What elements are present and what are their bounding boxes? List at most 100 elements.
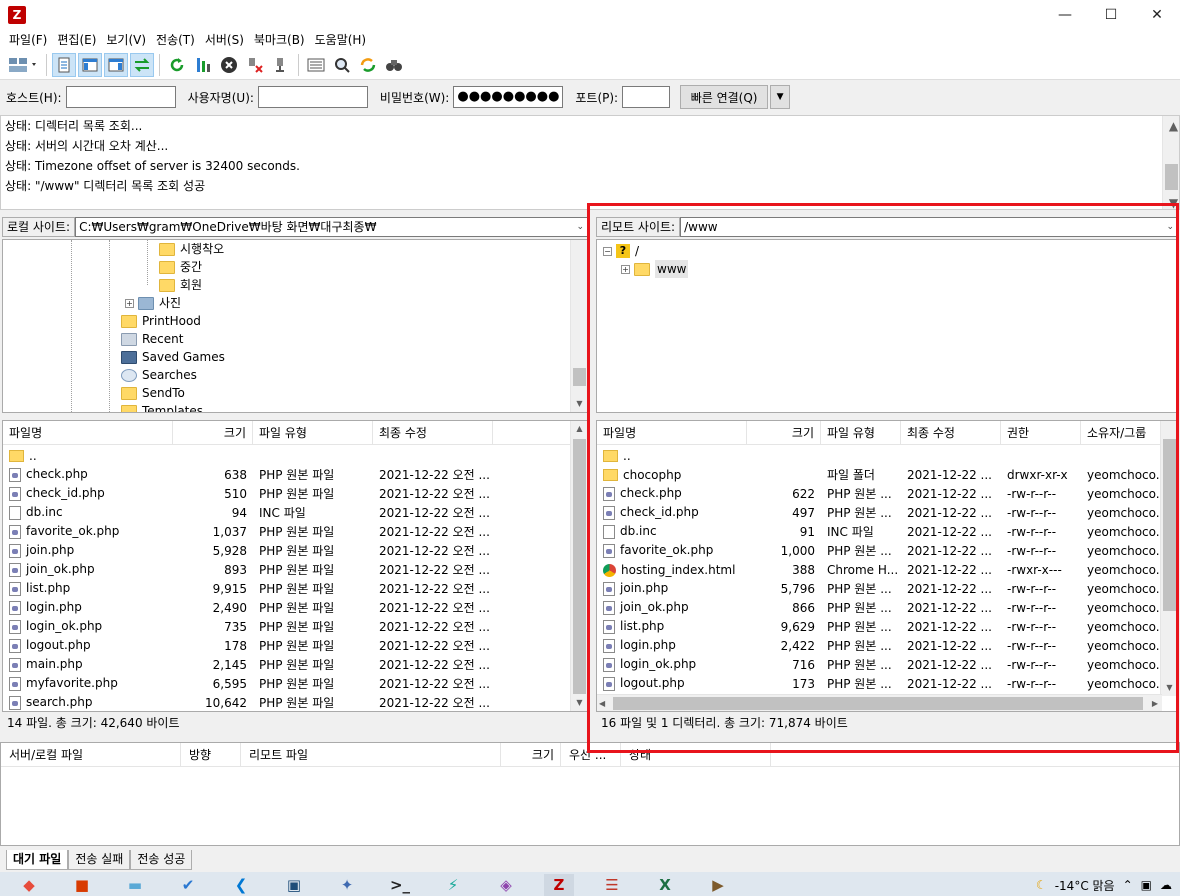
minimize-button[interactable]: — <box>1042 0 1088 30</box>
process-queue-icon[interactable] <box>191 53 215 77</box>
scroll-right-icon[interactable]: ▶ <box>1152 695 1158 711</box>
scroll-thumb[interactable] <box>1163 439 1176 611</box>
table-row[interactable]: myfavorite.php 6,595 PHP 원본 파일 2021-12-22 오… <box>3 674 587 693</box>
scroll-up-icon[interactable]: ▲ <box>571 421 587 437</box>
column-modified[interactable]: 최종 수정 <box>373 421 493 445</box>
scroll-thumb[interactable] <box>573 368 586 386</box>
vscode-icon[interactable]: ❮ <box>226 874 256 896</box>
site-manager-icon[interactable] <box>5 53 41 77</box>
tab-failed-transfers[interactable]: 전송 실패 <box>68 850 131 870</box>
password-input[interactable]: ●●●●●●●●● <box>453 86 564 108</box>
menu-bookmarks[interactable]: 북마크(B) <box>249 30 310 50</box>
reconnect-icon[interactable] <box>269 53 293 77</box>
toggle-local-tree-icon[interactable] <box>78 52 102 77</box>
column-direction[interactable]: 방향 <box>181 743 241 766</box>
table-row[interactable]: .. <box>597 446 1177 465</box>
column-status[interactable]: 상태 <box>621 743 771 766</box>
tree-item[interactable]: SendTo <box>121 384 185 402</box>
table-row[interactable]: login.php 2,490 PHP 원본 파일 2021-12-22 오전 ... <box>3 598 587 617</box>
quickconnect-button[interactable]: 빠른 연결(Q) <box>680 85 769 109</box>
app-launcher-icon[interactable]: ◆ <box>14 874 44 896</box>
terminal-icon[interactable]: >_ <box>385 874 415 896</box>
tree-item[interactable]: Templates <box>121 402 203 412</box>
tab-successful-transfers[interactable]: 전송 성공 <box>130 850 193 870</box>
scroll-down-icon[interactable]: ▼ <box>1161 680 1177 696</box>
toggle-queue-icon[interactable] <box>130 52 154 77</box>
menu-file[interactable]: 파일(F) <box>4 30 52 50</box>
table-row[interactable]: main.php 2,145 PHP 원본 파일 2021-12-22 오전 ... <box>3 655 587 674</box>
chart-app-icon[interactable]: ☰ <box>597 874 627 896</box>
table-row[interactable]: .. <box>3 446 587 465</box>
table-row[interactable]: login.php 2,422 PHP 원본 ... 2021-12-22 ... -r… <box>597 636 1177 655</box>
git-app-icon[interactable]: ◈ <box>491 874 521 896</box>
table-row[interactable]: list.php 9,629 PHP 원본 ... 2021-12-22 ... -rw… <box>597 617 1177 636</box>
scroll-down-icon[interactable]: ▼ <box>1163 193 1180 210</box>
local-path-input[interactable]: C:₩Users₩gram₩OneDrive₩바탕 화면₩대구최종₩ ⌄ <box>75 217 588 237</box>
remote-path-input[interactable]: /www ⌄ <box>680 217 1178 237</box>
scroll-thumb[interactable] <box>573 439 586 694</box>
column-permissions[interactable]: 권한 <box>1001 421 1081 445</box>
cloud-icon[interactable]: ☁ <box>1160 878 1172 892</box>
table-row[interactable]: chocophp 파일 폴더 2021-12-22 ... drwxr-xr-x yeo… <box>597 465 1177 484</box>
tree-item[interactable]: Searches <box>121 366 197 384</box>
tree-item-root[interactable]: − ? / <box>603 242 639 260</box>
virtualbox-icon[interactable]: ▣ <box>279 874 309 896</box>
quickconnect-dropdown-button[interactable]: ▼ <box>770 85 791 109</box>
table-row[interactable]: db.inc 94 INC 파일 2021-12-22 오전 ... <box>3 503 587 522</box>
scroll-down-icon[interactable]: ▼ <box>571 695 587 711</box>
table-row[interactable]: join.php 5,928 PHP 원본 파일 2021-12-22 오전 ... <box>3 541 587 560</box>
scroll-thumb[interactable] <box>613 697 1143 710</box>
table-row[interactable]: db.inc 91 INC 파일 2021-12-22 ... -rw-r--r-- ye… <box>597 522 1177 541</box>
local-tree-scrollbar[interactable]: ▼ <box>570 240 587 412</box>
column-filetype[interactable]: 파일 유형 <box>253 421 373 445</box>
menu-edit[interactable]: 편집(E) <box>52 30 101 50</box>
menu-server[interactable]: 서버(S) <box>200 30 249 50</box>
notes-app-icon[interactable]: ▬ <box>120 874 150 896</box>
menu-help[interactable]: 도움말(H) <box>310 30 372 50</box>
table-row[interactable]: join_ok.php 893 PHP 원본 파일 2021-12-22 오전 ... <box>3 560 587 579</box>
compare-directories-icon[interactable] <box>330 53 354 77</box>
table-row[interactable]: list.php 9,915 PHP 원본 파일 2021-12-22 오전 ... <box>3 579 587 598</box>
scroll-up-icon[interactable]: ▲ <box>1163 116 1180 133</box>
table-row[interactable]: check_id.php 497 PHP 원본 ... 2021-12-22 ... -… <box>597 503 1177 522</box>
remote-list-scrollbar[interactable]: ▼ <box>1160 421 1177 696</box>
remote-horizontal-scrollbar[interactable]: ◀ ▶ <box>597 694 1162 711</box>
tree-item[interactable]: Saved Games <box>121 348 225 366</box>
table-row[interactable]: join_ok.php 866 PHP 원본 ... 2021-12-22 ... -r… <box>597 598 1177 617</box>
tree-item[interactable]: Recent <box>121 330 183 348</box>
lightning-app-icon[interactable]: ⚡ <box>438 874 468 896</box>
weather-text[interactable]: -14°C 맑음 <box>1055 877 1115 894</box>
synchronized-browsing-icon[interactable] <box>356 53 380 77</box>
search-remote-files-icon[interactable] <box>382 53 406 77</box>
port-input[interactable] <box>622 86 671 108</box>
maximize-button[interactable]: ☐ <box>1088 0 1134 30</box>
tree-item[interactable]: 회원 <box>159 276 202 294</box>
menu-transfer[interactable]: 전송(T) <box>151 30 200 50</box>
office-icon[interactable]: ■ <box>67 874 97 896</box>
toggle-log-icon[interactable] <box>52 52 76 77</box>
username-input[interactable] <box>257 86 368 108</box>
chevron-down-icon[interactable]: ⌄ <box>576 218 584 236</box>
tree-item[interactable]: 시행착오 <box>159 240 224 258</box>
table-row[interactable]: hosting_index.html 388 Chrome H... 2021-12-… <box>597 560 1177 579</box>
tray-chevron-icon[interactable]: ⌃ <box>1123 878 1133 892</box>
scroll-down-icon[interactable]: ▼ <box>571 396 587 412</box>
directory-listing-filter-icon[interactable] <box>304 53 328 77</box>
table-row[interactable]: check_id.php 510 PHP 원본 파일 2021-12-22 오전 ..… <box>3 484 587 503</box>
table-row[interactable]: favorite_ok.php 1,000 PHP 원본 ... 2021-12-22… <box>597 541 1177 560</box>
table-row[interactable]: search.php 10,642 PHP 원본 파일 2021-12-22 오전 .… <box>3 693 587 711</box>
table-row[interactable]: login_ok.php 716 PHP 원본 ... 2021-12-22 ... -… <box>597 655 1177 674</box>
excel-icon[interactable]: X <box>650 874 680 896</box>
column-owner[interactable]: 소유자/그룹 <box>1081 421 1161 445</box>
column-local-file[interactable]: 서버/로컬 파일 <box>1 743 181 766</box>
column-remote-file[interactable]: 리모트 파일 <box>241 743 501 766</box>
camera-icon[interactable]: ▣ <box>1141 878 1152 892</box>
refresh-icon[interactable] <box>165 53 189 77</box>
table-row[interactable]: favorite_ok.php 1,037 PHP 원본 파일 2021-12-22 … <box>3 522 587 541</box>
column-priority[interactable]: 우선 ... <box>561 743 621 766</box>
tab-queued-files[interactable]: 대기 파일 <box>6 850 69 870</box>
column-modified[interactable]: 최종 수정 <box>901 421 1001 445</box>
host-input[interactable] <box>65 86 176 108</box>
table-row[interactable]: logout.php 173 PHP 원본 ... 2021-12-22 ... -rw… <box>597 674 1177 693</box>
tree-item-www[interactable]: + www <box>621 260 689 278</box>
